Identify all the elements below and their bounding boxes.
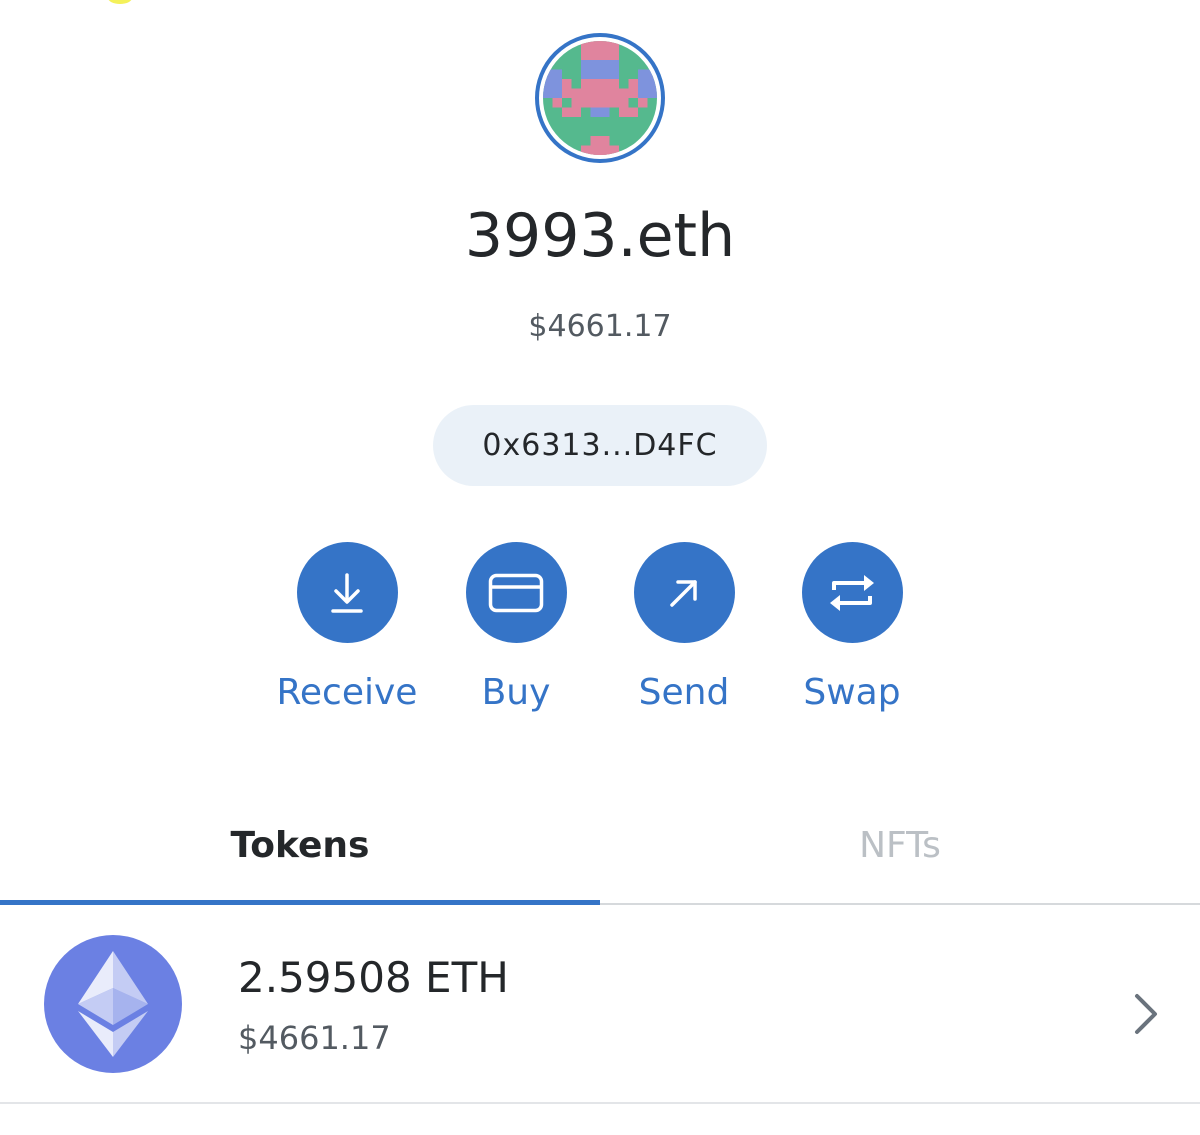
token-amount: 2.59508 ETH xyxy=(238,953,509,1002)
swap-label: Swap xyxy=(803,672,901,713)
send-arrow-icon xyxy=(633,542,735,643)
pixel-identicon xyxy=(543,41,657,155)
buy-button[interactable]: Buy xyxy=(431,542,601,715)
list-divider xyxy=(0,1102,1200,1104)
chevron-right-icon xyxy=(1125,990,1165,1038)
receive-label: Receive xyxy=(276,672,418,713)
token-row-eth[interactable]: 2.59508 ETH $4661.17 xyxy=(0,922,1200,1102)
active-tab-indicator xyxy=(0,900,600,905)
tab-tokens-label: Tokens xyxy=(230,824,370,866)
receive-button[interactable]: Receive xyxy=(262,542,432,715)
ethereum-icon xyxy=(44,935,182,1073)
account-address-text: 0x6313...D4FC xyxy=(482,428,718,463)
account-avatar[interactable] xyxy=(535,33,665,163)
send-button[interactable]: Send xyxy=(599,542,769,715)
swap-button[interactable]: Swap xyxy=(767,542,937,715)
send-label: Send xyxy=(638,672,730,713)
receive-icon xyxy=(296,542,398,643)
token-fiat-value: $4661.17 xyxy=(238,1019,391,1057)
account-address-button[interactable]: 0x6313...D4FC xyxy=(433,405,767,486)
tab-nfts-label: NFTs xyxy=(859,824,941,866)
swap-icon xyxy=(801,542,903,643)
top-decoration-dot xyxy=(108,0,132,4)
buy-label: Buy xyxy=(481,672,551,713)
account-name: 3993.eth xyxy=(464,201,736,271)
asset-tabs: Tokens NFTs xyxy=(0,790,1200,906)
tab-tokens[interactable]: Tokens xyxy=(0,790,600,900)
wallet-actions: Receive Buy Send Swap xyxy=(0,542,1200,722)
card-icon xyxy=(465,542,567,643)
tab-nfts[interactable]: NFTs xyxy=(600,790,1200,900)
account-balance: $4661.17 xyxy=(528,309,672,344)
